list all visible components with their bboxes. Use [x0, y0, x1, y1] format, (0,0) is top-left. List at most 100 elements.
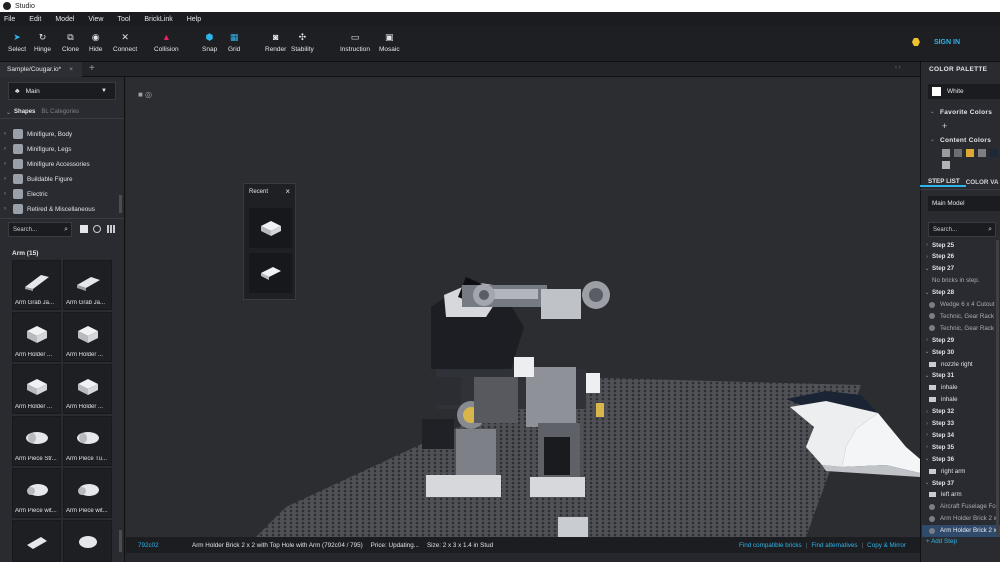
menu-file[interactable]: File	[4, 16, 15, 23]
snap-tool-button[interactable]: ⬢ Snap	[202, 32, 217, 54]
copy-mirror-link[interactable]: Copy & Mirror	[867, 542, 906, 549]
category-scrollbar[interactable]	[119, 195, 122, 213]
chevron-down-icon[interactable]: ⌄	[922, 373, 932, 379]
submodel-row[interactable]: nozzle right	[922, 358, 1000, 370]
close-tab-icon[interactable]: ×	[69, 66, 73, 73]
part-tile[interactable]: Arm Grab Ja...	[12, 260, 61, 310]
find-compatible-link[interactable]: Find compatible bricks	[739, 542, 802, 549]
chevron-right-icon[interactable]: ›	[922, 421, 932, 427]
step-row[interactable]: ⌄ Step 37	[922, 477, 1000, 489]
3d-viewport[interactable]	[126, 77, 920, 537]
chevron-right-icon[interactable]: ›	[922, 337, 932, 343]
chevron-down-icon[interactable]: ⌄	[922, 290, 932, 296]
part-id[interactable]: 792c02	[138, 542, 192, 549]
recent-part-tile[interactable]	[249, 253, 292, 293]
part-tile[interactable]: Arm Piece Tu...	[63, 416, 112, 466]
menu-view[interactable]: View	[88, 16, 103, 23]
collision-tool-button[interactable]: ▲ Collision	[154, 32, 179, 53]
submodel-row[interactable]: inhale	[922, 382, 1000, 394]
add-step-button[interactable]: + Add Step	[926, 538, 957, 545]
chevron-right-icon[interactable]: ›	[922, 242, 932, 248]
tab-step-list[interactable]: STEP LIST	[920, 178, 966, 187]
part-tile[interactable]: Arm Piece wit...	[63, 468, 112, 518]
selected-color-select[interactable]: White	[928, 84, 1000, 99]
chevron-down-icon[interactable]: ⌄	[930, 137, 935, 143]
submodel-row[interactable]: right arm	[922, 465, 1000, 477]
step-row[interactable]: › Step 33	[922, 418, 1000, 430]
step-row[interactable]: › Step 35	[922, 441, 1000, 453]
part-row[interactable]: Technic, Gear Rack 1	[922, 310, 1000, 322]
chevron-down-icon[interactable]: ⌄	[930, 109, 935, 115]
chevron-right-icon[interactable]: ›	[922, 409, 932, 415]
content-color-swatch[interactable]	[966, 149, 974, 157]
brick-search-input[interactable]: Search... ⌕	[8, 222, 72, 237]
close-recent-icon[interactable]: ×	[285, 187, 290, 196]
list-view-icon[interactable]	[80, 225, 88, 233]
submodel-row[interactable]: inhale	[922, 394, 1000, 406]
content-color-swatch[interactable]	[990, 149, 998, 157]
chevron-right-icon[interactable]: ›	[922, 432, 932, 438]
content-color-swatch[interactable]	[942, 149, 950, 157]
part-tile[interactable]	[63, 520, 112, 562]
category-item[interactable]: › Retired & Miscellaneous	[0, 202, 118, 216]
part-row[interactable]: Wedge 6 x 4 Cutout	[922, 299, 1000, 311]
content-color-swatch[interactable]	[942, 161, 950, 169]
hide-tool-button[interactable]: ◉ Hide	[89, 32, 102, 54]
mosaic-tool-button[interactable]: ▣ Mosaic	[379, 32, 400, 54]
document-tab[interactable]: Sample/Cougar.io* ×	[0, 62, 82, 77]
part-tile[interactable]: Arm Piece wit...	[12, 468, 61, 518]
sign-in-button[interactable]: SIGN IN	[911, 38, 960, 46]
chevron-down-icon[interactable]: ⌄	[922, 456, 932, 462]
hinge-tool-button[interactable]: ↻ Hinge	[34, 32, 51, 54]
model-select[interactable]: Main Model	[928, 196, 1000, 211]
tab-shapes[interactable]: Shapes	[14, 109, 35, 115]
step-row[interactable]: › Step 34	[922, 429, 1000, 441]
category-item[interactable]: › Electric	[0, 187, 118, 201]
tab-bl-categories[interactable]: BL Categories	[41, 109, 79, 115]
menu-bricklink[interactable]: BrickLink	[144, 16, 172, 23]
part-row[interactable]: Technic, Gear Rack 1	[922, 322, 1000, 334]
step-row[interactable]: › Step 32	[922, 406, 1000, 418]
step-search-input[interactable]: Search... ⌕	[928, 222, 996, 237]
chevron-down-icon[interactable]: ⌄	[922, 349, 932, 355]
category-item[interactable]: › Minifigure, Body	[0, 127, 118, 141]
category-item[interactable]: › Buildable Figure	[0, 172, 118, 186]
submodel-row[interactable]: left arm	[922, 489, 1000, 501]
step-row[interactable]: ⌄ Step 36	[922, 453, 1000, 465]
chevron-right-icon[interactable]: ›	[922, 444, 932, 450]
chevron-right-icon[interactable]: ›	[922, 254, 932, 260]
category-item[interactable]: › Minifigure, Legs	[0, 142, 118, 156]
filter-icon[interactable]	[93, 225, 101, 233]
category-item[interactable]: › Minifigure Accessories	[0, 157, 118, 171]
camera-view-icon[interactable]: ■ ◎	[138, 90, 152, 99]
menu-model[interactable]: Model	[55, 16, 74, 23]
tab-color-variation[interactable]: COLOR VA	[966, 179, 999, 186]
step-row[interactable]: ⌄ Step 30	[922, 346, 1000, 358]
stability-tool-button[interactable]: ✣ Stability	[291, 32, 314, 54]
search-icon[interactable]: ⌕	[988, 226, 992, 234]
connect-tool-button[interactable]: ✕ Connect	[113, 32, 137, 54]
select-tool-button[interactable]: ➤ Select	[8, 32, 26, 54]
part-row[interactable]: Aircraft Fuselage Fo	[922, 501, 1000, 513]
part-tile[interactable]	[12, 520, 61, 562]
part-tile[interactable]: Arm Holder ...	[12, 312, 61, 362]
tab-scroll-arrows-icon[interactable]: ‹ ›	[895, 65, 901, 71]
parts-scrollbar[interactable]	[119, 530, 122, 552]
part-row[interactable]: Arm Holder Brick 2 x	[922, 513, 1000, 525]
chevron-down-icon[interactable]: ⌄	[922, 266, 932, 272]
part-row[interactable]: Arm Holder Brick 2 x	[922, 524, 1000, 537]
find-alternatives-link[interactable]: Find alternatives	[811, 542, 857, 549]
step-row[interactable]: › Step 26	[922, 251, 1000, 263]
step-row[interactable]: ⌄ Step 28	[922, 287, 1000, 299]
step-row[interactable]: ⌄ Step 27	[922, 263, 1000, 275]
part-tile[interactable]: Arm Holder ...	[63, 312, 112, 362]
part-tile[interactable]: Arm Piece Str...	[12, 416, 61, 466]
add-favorite-color-button[interactable]: +	[942, 121, 947, 131]
clone-tool-button[interactable]: ⧉ Clone	[62, 32, 79, 54]
recent-part-tile[interactable]	[249, 208, 292, 248]
render-tool-button[interactable]: ◙ Render	[265, 32, 286, 53]
part-tile[interactable]: Arm Grab Ja...	[63, 260, 112, 310]
instruction-tool-button[interactable]: ▭ Instruction	[340, 32, 370, 54]
part-tile[interactable]: Arm Holder ...	[12, 364, 61, 414]
menu-edit[interactable]: Edit	[29, 16, 41, 23]
